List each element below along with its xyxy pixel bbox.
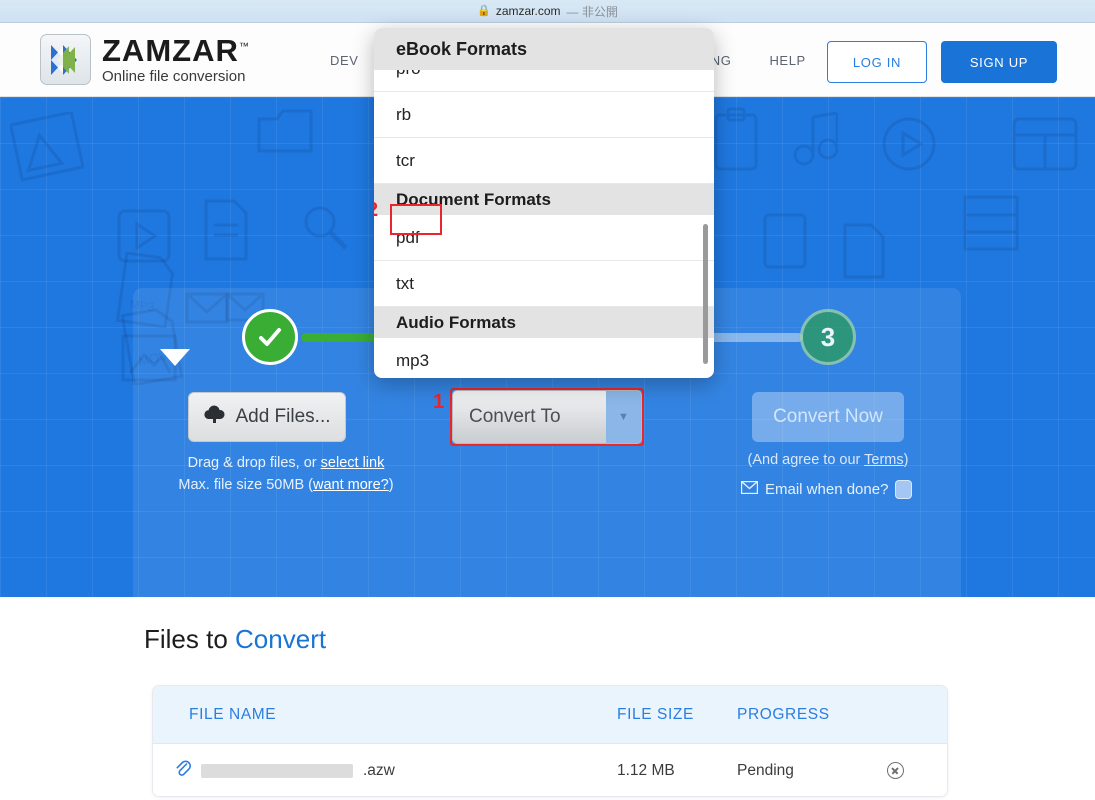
step-3-badge: 3 [800, 309, 856, 365]
convert-to-button[interactable]: Convert To ▼ [452, 390, 642, 444]
doodle-document-icon [200, 197, 252, 263]
format-dropdown[interactable]: prorbtcrDocument Formatspdf2txtAudio For… [374, 28, 714, 378]
cloud-upload-icon [203, 404, 226, 430]
column-header-file-size: FILE SIZE [617, 705, 694, 723]
doodle-image-icon [10, 112, 84, 182]
envelope-icon [740, 480, 759, 498]
add-files-label: Add Files... [235, 406, 331, 427]
column-header-progress: PROGRESS [737, 705, 830, 723]
dropdown-group-audio-formats: Audio Formats [374, 307, 714, 338]
dropdown-item-txt[interactable]: txt [374, 261, 714, 307]
header-buttons: LOG IN SIGN UP [827, 41, 1057, 83]
nav-item-help[interactable]: HELP [769, 53, 805, 68]
doodle-clipboard2-icon [760, 207, 810, 271]
doodle-layout-icon [1010, 115, 1080, 173]
doodle-spreadsheet-icon [960, 192, 1022, 254]
email-when-done-label: Email when done? [765, 481, 889, 498]
file-extension: .azw [363, 761, 395, 779]
dropdown-group-document-formats: Document Formats [374, 184, 714, 215]
doodle-play-circle-icon [880, 115, 938, 173]
dropdown-label: txt [396, 273, 414, 293]
upload-hint-line1: Drag & drop files, or select link [187, 455, 385, 471]
doodle-folder-icon [255, 105, 315, 157]
convert-to-wrapper: Convert To ▼ [452, 390, 642, 444]
caret-down-icon[interactable]: ▼ [606, 391, 641, 443]
files-table-header: FILE NAME FILE SIZE PROGRESS [153, 686, 947, 744]
conversion-controls: Add Files... Drag & drop files, or selec… [133, 388, 961, 522]
browser-url-bar[interactable]: 🔒 zamzar.com — 非公開 [0, 0, 1095, 23]
nav-item-developers[interactable]: DEV [330, 53, 359, 68]
redacted-filename [201, 763, 353, 778]
double-chevron-icon [40, 34, 91, 85]
check-icon [242, 309, 298, 365]
upload-hint-line2: Max. file size 50MB (want more?) [178, 477, 394, 493]
dropdown-label: Document Formats [396, 189, 551, 209]
convert-to-label: Convert To [469, 406, 561, 427]
terms-link[interactable]: Terms [864, 452, 903, 468]
dropdown-sticky-header: eBook Formats [374, 28, 714, 70]
convert-now-button[interactable]: Convert Now [752, 392, 904, 442]
files-table: FILE NAME FILE SIZE PROGRESS .azw 1.12 M… [152, 685, 948, 797]
dropdown-label: Audio Formats [396, 312, 516, 332]
logo-text-block: ZAMZAR™ Online file conversion [102, 35, 249, 84]
dropdown-label: tcr [396, 150, 415, 170]
privacy-label: — 非公開 [566, 4, 618, 19]
annotation-number-2: 2 [374, 199, 378, 222]
column-header-file-name: FILE NAME [189, 705, 277, 723]
cell-file-size: 1.12 MB [617, 761, 675, 779]
files-to-convert-section: Files to Convert FILE NAME FILE SIZE PRO… [0, 597, 1095, 800]
annotation-number-1: 1 [433, 391, 445, 413]
cell-progress: Pending [737, 761, 794, 779]
page-root: 🔒 zamzar.com — 非公開 ZAMZAR™ Online file c… [0, 0, 1095, 800]
signup-button[interactable]: SIGN UP [941, 41, 1057, 83]
doodle-music-icon [790, 109, 838, 169]
paperclip-icon [175, 759, 192, 782]
logo-trademark: ™ [238, 41, 249, 53]
table-row: .azw 1.12 MB Pending [153, 744, 947, 796]
want-more-link[interactable]: want more? [313, 477, 389, 493]
url-text: zamzar.com [495, 4, 561, 18]
close-circle-icon [887, 762, 904, 779]
dropdown-label: rb [396, 104, 412, 124]
files-title-accent: Convert [235, 624, 327, 654]
logo-subtitle: Online file conversion [102, 68, 246, 85]
lock-icon: 🔒 [477, 4, 491, 17]
dropdown-pointer-tail [160, 349, 190, 366]
terms-text: (And agree to our Terms) [747, 452, 909, 468]
files-section-title: Files to Convert [144, 624, 327, 654]
email-when-done-row[interactable]: Email when done? [740, 480, 913, 499]
dropdown-label: pdf [396, 227, 420, 247]
doodle-clipboard-icon [710, 107, 762, 173]
doodle-note-icon [840, 222, 888, 280]
dropdown-scrollbar[interactable] [703, 224, 708, 364]
dropdown-scroll-area[interactable]: prorbtcrDocument Formatspdf2txtAudio For… [374, 28, 714, 378]
dropdown-label: mp3 [396, 350, 430, 370]
doodle-search-icon [300, 202, 350, 252]
select-link[interactable]: select link [321, 455, 385, 471]
dropdown-list: prorbtcrDocument Formatspdf2txtAudio For… [374, 46, 714, 378]
logo-title: ZAMZAR™ [102, 33, 249, 68]
cell-file-name: .azw [175, 759, 617, 782]
dropdown-item-tcr[interactable]: tcr [374, 138, 714, 184]
email-when-done-checkbox[interactable] [895, 480, 913, 499]
add-files-button[interactable]: Add Files... [188, 392, 346, 442]
upload-hint: Drag & drop files, or select link Max. f… [156, 452, 416, 496]
site-logo[interactable]: ZAMZAR™ Online file conversion [40, 34, 249, 85]
dropdown-item-pdf[interactable]: pdf 2 [374, 199, 714, 261]
login-button[interactable]: LOG IN [827, 41, 927, 83]
remove-file-button[interactable] [887, 762, 947, 779]
dropdown-item-mp3[interactable]: mp3 [374, 338, 714, 378]
dropdown-item-rb[interactable]: rb [374, 92, 714, 138]
